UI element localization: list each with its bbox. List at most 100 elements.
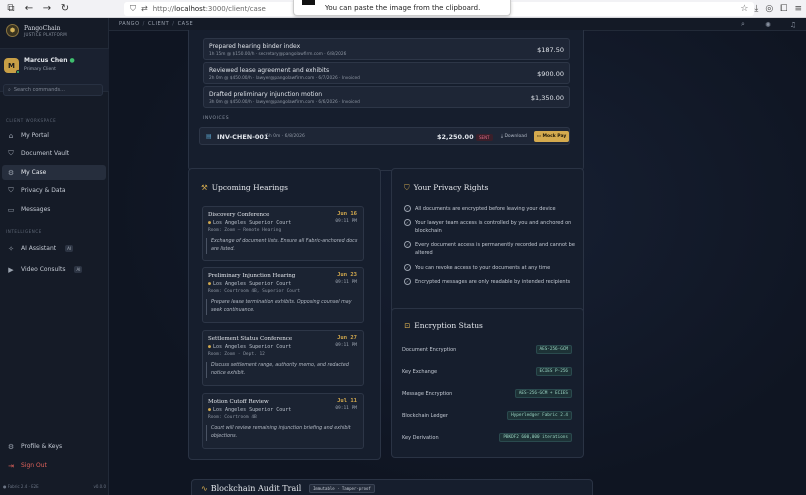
encryption-row: Key Exchange ECIES P-256 [402, 366, 572, 378]
invoices-heading: INVOICES [203, 116, 230, 121]
hearing-time: 09:11 PM [335, 280, 357, 285]
url-text: http://localhost:3000/client/case [152, 4, 266, 13]
immutable-badge: Immutable · Tamper-proof [309, 484, 375, 493]
encryption-row: Key Derivation PBKDF2 600,000 iterations [402, 432, 572, 444]
settings-icon[interactable]: ✺ [762, 19, 774, 30]
breadcrumb-item[interactable]: CLIENT [148, 21, 169, 27]
ai-badge: AI [74, 266, 83, 273]
privacy-rights-card: ⛉ Your Privacy Rights ✓ All documents are … [391, 168, 584, 314]
upcoming-hearings-card: ⚒ Upcoming Hearings Discovery Conference … [188, 168, 381, 460]
sidebar-item-profile-keys[interactable]: ⚙ Profile & Keys [2, 439, 106, 454]
main-content: PANGO / CLIENT / CASE ⌕ ✺ ♫ Prepared hearing… [109, 18, 806, 495]
hearing-court: ● Los Angeles Superior Court [208, 220, 292, 226]
hearing-court: ● Los Angeles Superior Court [208, 281, 292, 287]
hearing-room: Room: Zoom · Dept. 12 [208, 352, 265, 357]
extensions-icon[interactable]: ⧠ [780, 4, 787, 14]
shield-icon: ⛉ [130, 3, 136, 13]
pin-icon: ● [208, 281, 212, 287]
hearing-note: Court will review remaining injunction b… [206, 425, 358, 441]
time-entry-amount: $1,350.00 [530, 94, 564, 102]
sign-out-button[interactable]: ⇥ Sign Out [2, 458, 106, 473]
gavel-icon: ⚒ [201, 183, 208, 192]
breadcrumb-item[interactable]: PANGO [119, 21, 140, 27]
encryption-value-badge: Hyperledger Fabric 2.4 [507, 411, 572, 420]
hearing-note: Prepare lease termination exhibits. Oppo… [206, 299, 358, 315]
section-client-workspace: CLIENT WORKSPACE [6, 118, 57, 123]
check-icon: ✓ [404, 205, 411, 212]
time-entry-meta: 1h 15m @ $150.00/h · secretary@pangolawf… [209, 52, 347, 57]
brand[interactable]: ⬢ PangoChain JUSTICE PLATFORM [6, 24, 67, 37]
invoice-amount: $2,250.00 [437, 133, 474, 141]
time-entry-description: Drafted preliminary injunction motion [209, 91, 323, 98]
bell-icon[interactable]: ♫ [787, 19, 799, 30]
sidebar-item-my-case[interactable]: ⚙ My Case [2, 165, 106, 180]
time-entry-amount: $900.00 [537, 70, 564, 78]
hearing-time: 09:11 PM [335, 219, 357, 224]
reload-icon[interactable]: ↻ [58, 2, 72, 16]
time-entry-description: Reviewed lease agreement and exhibits [209, 67, 330, 74]
bookmark-star-icon[interactable]: ☆ [740, 4, 748, 14]
search-icon[interactable]: ⌕ [737, 19, 749, 30]
toast-icon [302, 0, 315, 5]
hearing-room: Room: Courtroom 4B [208, 415, 257, 420]
sidebar-item-my-portal[interactable]: ⌂ My Portal [2, 128, 106, 143]
hearing-room: Room: Courtroom 4B, Superior Court [208, 289, 301, 294]
time-entry-meta: 2h 0m @ $450.00/h · lawyer@pangolawfirm.… [209, 76, 360, 81]
brand-sub: JUSTICE PLATFORM [24, 31, 67, 37]
download-icon: ⤓ [501, 134, 503, 139]
search-input[interactable]: ⌕ Search commands... [3, 84, 103, 96]
encryption-title: ⊡ Encryption Status [404, 321, 483, 330]
hearings-title: ⚒ Upcoming Hearings [201, 183, 289, 192]
menu-icon[interactable]: ≡ [794, 4, 802, 14]
hearing-title: Motion Cutoff Review [208, 399, 269, 405]
permissions-icon[interactable]: ⇄ [141, 4, 148, 13]
time-entry-amount: $187.50 [537, 46, 564, 54]
sidebar-item-video-consults[interactable]: ▶ Video Consults AI [2, 262, 106, 277]
shield-icon: ⛉ [8, 149, 14, 157]
encryption-value-badge: ECIES P-256 [535, 367, 572, 376]
encryption-value-badge: PBKDF2 600,000 iterations [499, 433, 572, 442]
back-icon[interactable]: ← [22, 2, 36, 16]
toast-text: You can paste the image from the clipboa… [325, 3, 481, 12]
account-icon[interactable]: ◎ [765, 4, 773, 14]
brand-name: PangoChain [24, 24, 61, 32]
sidebar: ⬢ PangoChain JUSTICE PLATFORM M Marcus C… [0, 18, 109, 495]
hearing-date: Jun 27 [337, 335, 357, 341]
sidebar-toggle-icon[interactable]: ⧉ [4, 2, 18, 16]
encryption-row: Document Encryption AES-256-GCM [402, 344, 572, 356]
sidebar-item-document-vault[interactable]: ⛉ Document Vault [2, 146, 106, 161]
check-icon: ✓ [404, 278, 411, 285]
hearing-time: 09:11 PM [335, 406, 357, 411]
download-button[interactable]: ⤓ Download [498, 132, 530, 140]
hearing-time: 09:11 PM [335, 343, 357, 348]
shield-icon: ⛉ [404, 183, 410, 192]
download-icon[interactable]: ⤓ [754, 4, 758, 14]
pin-icon: ● [208, 220, 212, 226]
hearing-court: ● Los Angeles Superior Court [208, 344, 292, 350]
sidebar-item-privacy-data[interactable]: ⛉ Privacy & Data [2, 183, 106, 198]
audit-title: ∿ Blockchain Audit Trail [201, 484, 302, 493]
sidebar-item-ai-assistant[interactable]: ✧ AI Assistant AI [2, 241, 106, 256]
forward-icon[interactable]: → [40, 2, 54, 16]
hearing-item[interactable]: Motion Cutoff Review Jul 11 09:11 PM ● Lo… [202, 393, 364, 449]
sidebar-item-messages[interactable]: ▭ Messages [2, 202, 106, 217]
hearing-item[interactable]: Settlement Status Conference Jun 27 09:1… [202, 330, 364, 386]
search-placeholder: Search commands... [13, 87, 65, 93]
sidebar-footer: ● Fabric 2.4 · E2E v0.0.0 [3, 484, 106, 489]
encryption-status-card: ⊡ Encryption Status Document Encryption AE… [391, 308, 584, 458]
hearing-note: Exchange of document lists. Ensure all F… [206, 238, 358, 254]
lock-icon: ⊡ [404, 321, 411, 330]
hearing-item[interactable]: Discovery Conference Jun 16 09:11 PM ● Lo… [202, 206, 364, 261]
encryption-value-badge: AES-256-GCM [535, 345, 572, 354]
hearing-item[interactable]: Preliminary Injunction Hearing Jun 23 09… [202, 267, 364, 323]
hearing-date: Jun 16 [337, 211, 357, 217]
user-name: Marcus Chen ● [24, 57, 75, 64]
hearing-title: Discovery Conference [208, 212, 270, 218]
search-icon: ⌕ [8, 87, 11, 93]
pin-icon: ● [208, 344, 212, 350]
check-icon: ✓ [404, 241, 411, 248]
audit-trail-card: ∿ Blockchain Audit Trail Immutable · Tamp… [191, 479, 593, 495]
hearing-court: ● Los Angeles Superior Court [208, 407, 292, 413]
mock-pay-button[interactable]: ▭ Mock Pay [534, 131, 569, 142]
hearing-room: Room: Zoom — Remote Hearing [208, 228, 282, 233]
